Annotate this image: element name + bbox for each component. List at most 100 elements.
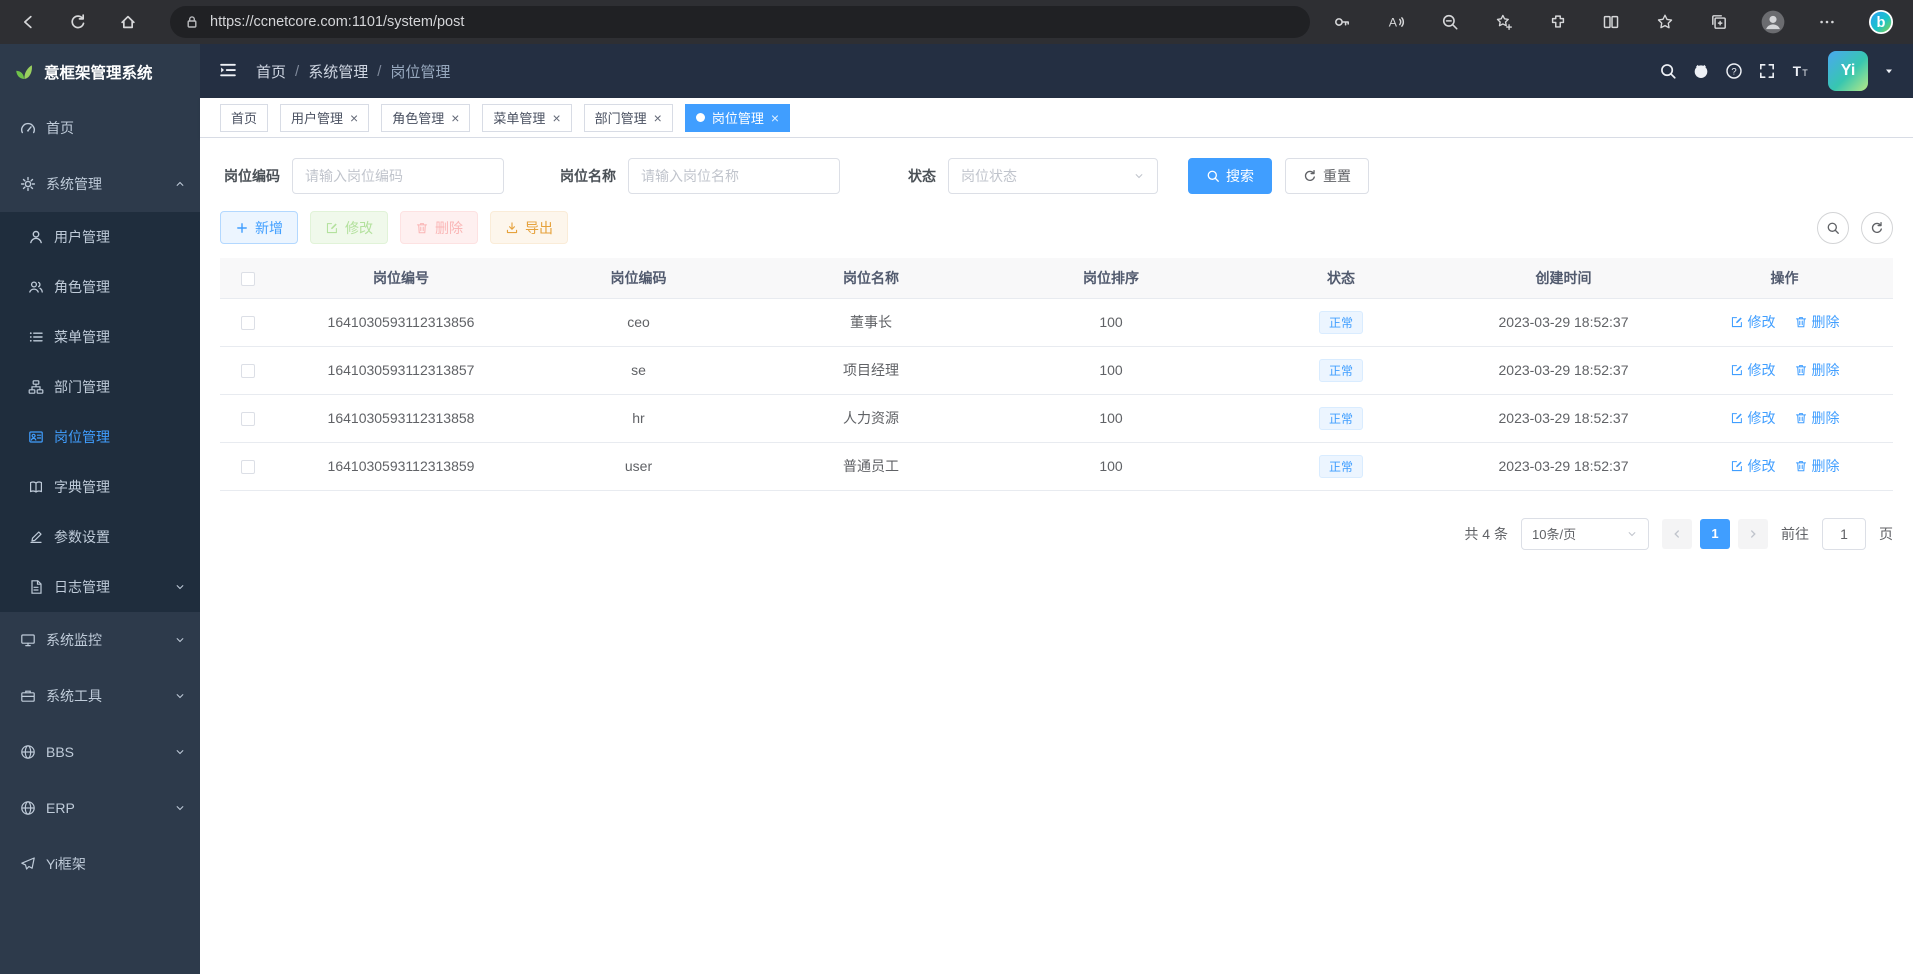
sidebar-item-param-settings[interactable]: 参数设置 (0, 512, 200, 562)
row-checkbox[interactable] (241, 412, 255, 426)
status-badge: 正常 (1319, 407, 1363, 430)
post-code-input[interactable] (292, 158, 504, 194)
tab-role-mgmt[interactable]: 角色管理 × (381, 104, 470, 132)
header-search-button[interactable] (1659, 62, 1677, 80)
chevron-right-icon (1746, 527, 1760, 541)
tab-menu-mgmt[interactable]: 菜单管理 × (482, 104, 571, 132)
trash-icon (1794, 363, 1808, 377)
close-icon[interactable]: × (350, 111, 358, 125)
row-edit-link[interactable]: 修改 (1730, 312, 1776, 332)
sidebar-item-role-mgmt[interactable]: 角色管理 (0, 262, 200, 312)
browser-menu-button[interactable] (1809, 5, 1845, 39)
cell-post-sort: 100 (991, 298, 1231, 346)
sidebar-item-dict-mgmt[interactable]: 字典管理 (0, 462, 200, 512)
row-edit-label: 修改 (1748, 312, 1776, 332)
extensions-button[interactable] (1540, 5, 1576, 39)
close-icon[interactable]: × (552, 111, 560, 125)
sidebar-collapse-button[interactable] (218, 60, 238, 83)
browser-refresh-button[interactable] (60, 5, 96, 39)
tab-home[interactable]: 首页 (220, 104, 268, 132)
row-edit-link[interactable]: 修改 (1730, 360, 1776, 380)
favorites-button[interactable] (1647, 5, 1683, 39)
collections-button[interactable] (1701, 5, 1737, 39)
read-aloud-button[interactable] (1378, 5, 1414, 39)
zoom-out-button[interactable] (1432, 5, 1468, 39)
tab-user-mgmt[interactable]: 用户管理 × (280, 104, 369, 132)
row-delete-link[interactable]: 删除 (1794, 360, 1840, 380)
address-bar[interactable]: https://ccnetcore.com:1101/system/post (170, 6, 1310, 38)
sidebar-item-system-tools[interactable]: 系统工具 (0, 668, 200, 724)
tab-post-mgmt[interactable]: 岗位管理 × (685, 104, 790, 132)
edit-button[interactable]: 修改 (310, 211, 388, 244)
row-delete-link[interactable]: 删除 (1794, 312, 1840, 332)
column-created-time: 创建时间 (1451, 258, 1676, 298)
sidebar-item-yi-framework[interactable]: Yi框架 (0, 836, 200, 892)
post-name-input[interactable] (628, 158, 840, 194)
search-icon (1206, 169, 1220, 183)
saved-passwords-button[interactable] (1324, 5, 1360, 39)
tab-label: 角色管理 (392, 108, 444, 127)
user-menu-button[interactable] (1883, 65, 1895, 77)
menu-label: 菜单管理 (54, 327, 110, 347)
browser-profile-button[interactable] (1755, 5, 1791, 39)
row-checkbox[interactable] (241, 316, 255, 330)
github-button[interactable] (1692, 62, 1710, 80)
sidebar-item-post-mgmt[interactable]: 岗位管理 (0, 412, 200, 462)
split-screen-button[interactable] (1593, 5, 1629, 39)
breadcrumb-home[interactable]: 首页 (256, 61, 286, 82)
row-delete-link[interactable]: 删除 (1794, 456, 1840, 476)
header-actions: Yi (1659, 51, 1895, 91)
edit-button-label: 修改 (345, 218, 373, 238)
search-button[interactable]: 搜索 (1188, 158, 1272, 194)
sidebar-item-log-mgmt[interactable]: 日志管理 (0, 562, 200, 612)
add-button[interactable]: 新增 (220, 211, 298, 244)
select-all-checkbox[interactable] (241, 272, 255, 286)
delete-button[interactable]: 删除 (400, 211, 478, 244)
collections-icon (1710, 13, 1728, 31)
fullscreen-button[interactable] (1758, 62, 1776, 80)
help-button[interactable] (1725, 62, 1743, 80)
row-checkbox[interactable] (241, 364, 255, 378)
sidebar-item-system-mgmt[interactable]: 系统管理 (0, 156, 200, 212)
copilot-icon (1868, 9, 1894, 35)
page-size-select[interactable]: 10条/页 (1521, 518, 1649, 550)
sidebar-item-user-mgmt[interactable]: 用户管理 (0, 212, 200, 262)
goto-label: 前往 (1781, 524, 1809, 544)
browser-home-button[interactable] (110, 5, 146, 39)
next-page-button[interactable] (1738, 519, 1768, 549)
browser-back-button[interactable] (10, 5, 46, 39)
add-favorite-button[interactable] (1486, 5, 1522, 39)
row-edit-link[interactable]: 修改 (1730, 408, 1776, 428)
column-status: 状态 (1231, 258, 1451, 298)
show-search-toggle-button[interactable] (1817, 212, 1849, 244)
app-logo[interactable]: 意框架管理系统 (0, 44, 200, 100)
row-edit-link[interactable]: 修改 (1730, 456, 1776, 476)
sidebar-item-erp[interactable]: ERP (0, 780, 200, 836)
refresh-table-button[interactable] (1861, 212, 1893, 244)
prev-page-button[interactable] (1662, 519, 1692, 549)
sidebar-item-bbs[interactable]: BBS (0, 724, 200, 780)
breadcrumb-system-mgmt[interactable]: 系统管理 (308, 61, 368, 82)
sidebar-item-home[interactable]: 首页 (0, 100, 200, 156)
cell-post-sort: 100 (991, 346, 1231, 394)
reset-button[interactable]: 重置 (1285, 158, 1369, 194)
copilot-button[interactable] (1863, 5, 1899, 39)
tab-dept-mgmt[interactable]: 部门管理 × (584, 104, 673, 132)
tab-label: 岗位管理 (712, 108, 764, 127)
close-icon[interactable]: × (451, 111, 459, 125)
status-select[interactable]: 岗位状态 (948, 158, 1158, 194)
sidebar-item-dept-mgmt[interactable]: 部门管理 (0, 362, 200, 412)
close-icon[interactable]: × (654, 111, 662, 125)
close-icon[interactable]: × (771, 111, 779, 125)
sidebar-item-system-monitor[interactable]: 系统监控 (0, 612, 200, 668)
row-delete-link[interactable]: 删除 (1794, 408, 1840, 428)
row-checkbox[interactable] (241, 460, 255, 474)
export-button[interactable]: 导出 (490, 211, 568, 244)
breadcrumb: 首页 / 系统管理 / 岗位管理 (256, 61, 450, 82)
post-name-label: 岗位名称 (560, 166, 616, 186)
page-number-1[interactable]: 1 (1700, 519, 1730, 549)
user-avatar[interactable]: Yi (1828, 51, 1868, 91)
goto-page-input[interactable] (1822, 518, 1866, 550)
font-size-button[interactable] (1791, 62, 1809, 80)
sidebar-item-menu-mgmt[interactable]: 菜单管理 (0, 312, 200, 362)
